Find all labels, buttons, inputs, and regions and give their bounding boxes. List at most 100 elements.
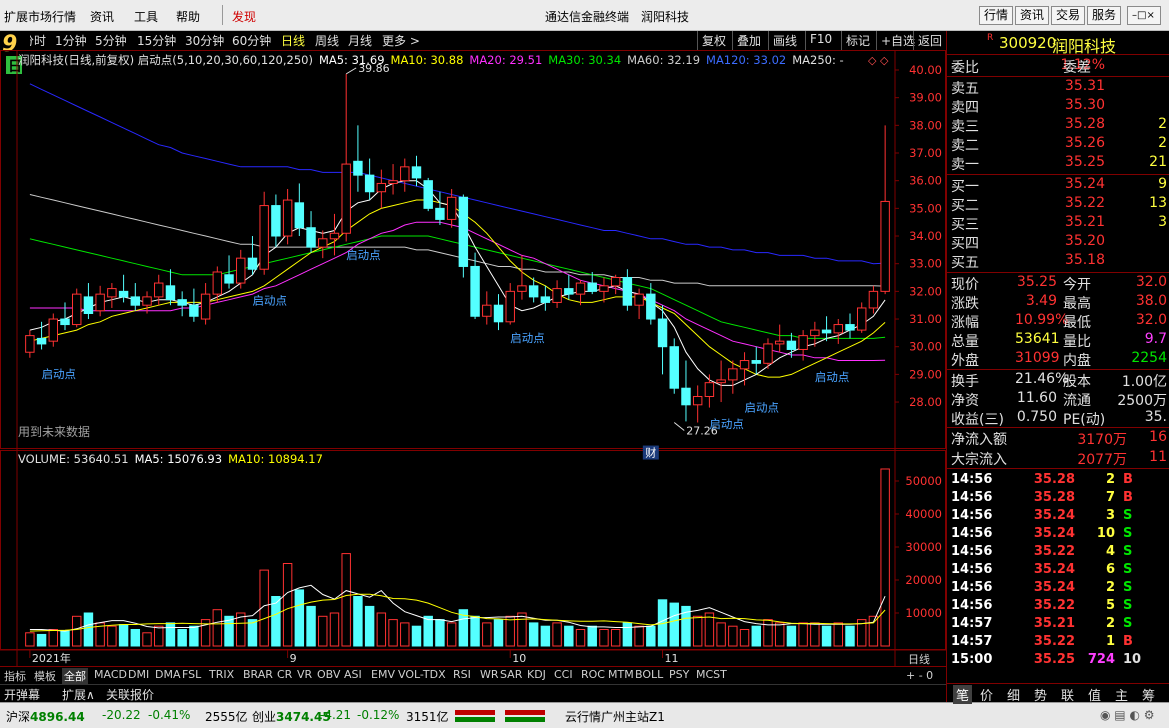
zoom-controls[interactable]: + - 0 xyxy=(904,669,935,682)
f10-button[interactable]: F10 xyxy=(805,31,836,50)
panel-tab[interactable]: 细 xyxy=(1007,685,1020,704)
bid-row[interactable]: 买三 35.21 3 xyxy=(947,214,1169,233)
indicator-tab-dmi[interactable]: DMI xyxy=(126,668,151,681)
tick-direction: S xyxy=(1123,598,1133,613)
tick-row: 14:56 35.28 2 B xyxy=(947,472,1169,490)
indicator-tab-trix[interactable]: TRIX xyxy=(207,668,236,681)
period-more[interactable]: 更多 > xyxy=(382,32,420,49)
expand-tab[interactable]: 扩展∧ xyxy=(62,686,95,703)
tick-price: 35.24 xyxy=(1033,508,1075,523)
volume-bar xyxy=(493,619,504,647)
period-30min[interactable]: 30分钟 xyxy=(185,32,224,49)
ask-row[interactable]: 卖一 35.25 21 xyxy=(947,154,1169,173)
ask-row[interactable]: 卖三 35.28 2 xyxy=(947,116,1169,135)
indicator-tab-psy[interactable]: PSY xyxy=(667,668,691,681)
indicator-tab-cci[interactable]: CCI xyxy=(552,668,575,681)
indicator-tab-emv[interactable]: EMV xyxy=(369,668,397,681)
top-service-button[interactable]: 服务 xyxy=(1087,6,1122,25)
status-tool-icons[interactable]: ◉ ▤ ◐ ⚙ xyxy=(1100,708,1154,722)
indicator-tab-vol-tdx[interactable]: VOL-TDX xyxy=(396,668,448,681)
bid-row[interactable]: 买二 35.22 13 xyxy=(947,195,1169,214)
fundamental-row-label2: 流通 xyxy=(1063,393,1091,409)
period-60min[interactable]: 60分钟 xyxy=(232,32,271,49)
indicator-tab-obv[interactable]: OBV xyxy=(315,668,342,681)
chart-options-icon[interactable]: ◇ ◇ xyxy=(868,54,889,67)
menu-extended-market[interactable]: 扩展市场行情 xyxy=(4,8,76,25)
candle xyxy=(95,293,105,312)
menu-news[interactable]: 资讯 xyxy=(90,8,114,25)
period-daily[interactable]: 日线 xyxy=(281,32,305,49)
candle xyxy=(763,343,773,364)
indicator-tab-kdj[interactable]: KDJ xyxy=(525,668,548,681)
candle xyxy=(610,277,621,287)
bid-row[interactable]: 买四 35.20 xyxy=(947,233,1169,252)
indicator-tab-dma[interactable]: DMA xyxy=(153,668,183,681)
indicator-tab-mtm[interactable]: MTM xyxy=(606,668,636,681)
indicator-tab-mcst[interactable]: MCST xyxy=(694,668,729,681)
window-controls[interactable]: –□× xyxy=(1127,6,1161,25)
panel-tab[interactable]: 势 xyxy=(1034,685,1047,704)
related-quote-tab[interactable]: 关联报价 xyxy=(106,686,154,703)
period-indicator[interactable]: 日线 xyxy=(906,651,932,667)
overlay-button[interactable]: 叠加 xyxy=(732,31,765,50)
close-icon[interactable]: × xyxy=(1146,10,1154,21)
panel-tab[interactable]: 价 xyxy=(980,685,993,704)
panel-tab[interactable]: 主 xyxy=(1115,685,1128,704)
candle xyxy=(716,379,726,384)
period-weekly[interactable]: 周线 xyxy=(315,32,339,49)
panel-tab[interactable]: 筹 xyxy=(1142,685,1155,704)
indicator-tab-roc[interactable]: ROC xyxy=(579,668,607,681)
candle xyxy=(646,293,656,320)
ask-row[interactable]: 卖四 35.30 xyxy=(947,97,1169,116)
menu-discover[interactable]: 发现 xyxy=(232,8,256,25)
adjust-button[interactable]: 复权 xyxy=(697,31,730,50)
indicator-tab-macd[interactable]: MACD xyxy=(92,668,129,681)
indicator-tab-boll[interactable]: BOLL xyxy=(633,668,665,681)
sh-index[interactable]: 沪深4896.44 xyxy=(6,708,85,725)
bid-row[interactable]: 买五 35.18 xyxy=(947,252,1169,271)
candle xyxy=(282,199,293,237)
draw-button[interactable]: 画线 xyxy=(768,31,801,50)
server-status[interactable]: 云行情广州主站Z1 xyxy=(565,708,665,725)
indicator-tab-vr[interactable]: VR xyxy=(295,668,314,681)
status-bar: 沪深4896.44 -20.22 -0.41% 2555亿 创业3474.45 … xyxy=(0,702,1169,728)
indicator-tab-指标[interactable]: 指标 xyxy=(2,668,28,684)
panel-tab[interactable]: 值 xyxy=(1088,685,1101,704)
indicator-tab-cr[interactable]: CR xyxy=(275,668,294,681)
indicator-tab-asi[interactable]: ASI xyxy=(342,668,364,681)
period-5min[interactable]: 5分钟 xyxy=(95,32,127,49)
price-tick-label: 40.00 xyxy=(909,63,942,77)
indicator-tab-sar[interactable]: SAR xyxy=(498,668,524,681)
volume-bar xyxy=(728,625,738,647)
indicator-tab-模板[interactable]: 模板 xyxy=(32,668,58,684)
quote-row-label2: 最低 xyxy=(1063,315,1091,331)
panel-tab[interactable]: 笔 xyxy=(953,685,973,704)
cy-index[interactable]: 创业3474.45 xyxy=(252,708,331,725)
indicator-tab-rsi[interactable]: RSI xyxy=(451,668,473,681)
top-trade-button[interactable]: 交易 xyxy=(1051,6,1086,25)
period-1min[interactable]: 1分钟 xyxy=(55,32,87,49)
indicator-tab-fsl[interactable]: FSL xyxy=(180,668,203,681)
start-point-label: 启动点 xyxy=(42,367,77,381)
back-button[interactable]: 返回 xyxy=(913,31,946,50)
menu-help[interactable]: 帮助 xyxy=(176,8,200,25)
ask-row[interactable]: 卖五 35.31 xyxy=(947,78,1169,97)
volume-bar xyxy=(118,624,129,647)
chart-area[interactable]: 40.00 39.00 38.00 37.00 36.00 35.00 34.00 33.00… xyxy=(0,50,946,666)
mark-button[interactable]: 标记 xyxy=(841,31,874,50)
sh-percent: -0.41% xyxy=(148,708,191,722)
period-monthly[interactable]: 月线 xyxy=(348,32,372,49)
price-tick-label: 39.00 xyxy=(909,91,942,105)
period-15min[interactable]: 15分钟 xyxy=(137,32,176,49)
bid-row[interactable]: 买一 35.24 9 xyxy=(947,176,1169,195)
indicator-tab-brar[interactable]: BRAR xyxy=(241,668,275,681)
top-quote-button[interactable]: 行情 xyxy=(979,6,1014,25)
kline-chart[interactable]: 40.00 39.00 38.00 37.00 36.00 35.00 34.00 33.00… xyxy=(0,50,946,666)
panel-tab[interactable]: 联 xyxy=(1061,685,1074,704)
top-news-button[interactable]: 资讯 xyxy=(1015,6,1050,25)
menu-tools[interactable]: 工具 xyxy=(134,8,158,25)
danmaku-tab[interactable]: 开弹幕 xyxy=(4,686,40,703)
ask-row[interactable]: 卖二 35.26 2 xyxy=(947,135,1169,154)
volume-bar xyxy=(165,622,176,647)
indicator-tab-全部[interactable]: 全部 xyxy=(62,668,88,684)
